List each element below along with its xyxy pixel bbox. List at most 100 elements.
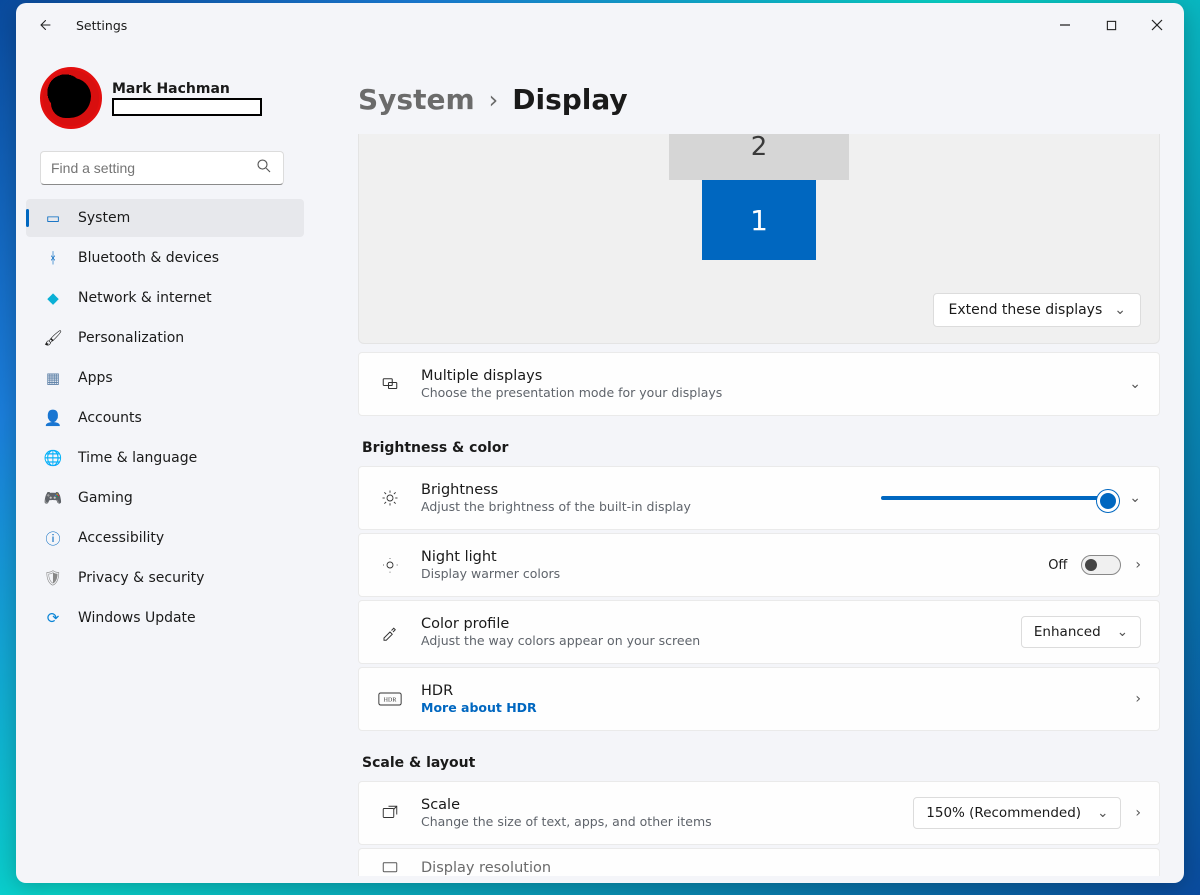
profile-name: Mark Hachman <box>112 81 262 97</box>
sidebar-item-accounts[interactable]: 👤 Accounts <box>26 399 304 437</box>
color-profile-dropdown[interactable]: Enhanced ⌄ <box>1021 616 1141 648</box>
sidebar-item-privacy[interactable]: 🛡 Privacy & security <box>26 559 304 597</box>
section-brightness-color: Brightness & color <box>362 440 1160 456</box>
globe-icon: 🌐 <box>44 449 62 467</box>
accessibility-icon: ⓘ <box>44 529 62 547</box>
bluetooth-icon: ᚼ <box>44 249 62 267</box>
back-button[interactable] <box>24 5 64 45</box>
settings-window: Settings Mark Hachman <box>16 3 1184 883</box>
minimize-button[interactable] <box>1042 9 1088 41</box>
multiple-displays-row[interactable]: Multiple displays Choose the presentatio… <box>358 352 1160 416</box>
sun-icon <box>377 489 403 507</box>
sidebar-item-apps[interactable]: ▦ Apps <box>26 359 304 397</box>
svg-text:HDR: HDR <box>384 698 397 704</box>
scale-icon <box>377 804 403 822</box>
app-title: Settings <box>76 18 127 33</box>
monitor-1[interactable]: 1 <box>702 180 816 260</box>
eyedropper-icon <box>377 623 403 641</box>
chevron-down-icon: ⌄ <box>1114 302 1126 318</box>
brightness-slider[interactable] <box>881 496 1111 500</box>
maximize-button[interactable] <box>1088 9 1134 41</box>
display-arrangement-area[interactable]: 2 1 Extend these displays ⌄ <box>358 134 1160 344</box>
card-subtitle: Choose the presentation mode for your di… <box>421 385 1129 400</box>
display-resolution-row[interactable]: Display resolution <box>358 848 1160 876</box>
titlebar: Settings <box>16 3 1184 47</box>
multiple-displays-icon <box>377 375 403 393</box>
display-mode-dropdown[interactable]: Extend these displays ⌄ <box>933 293 1141 327</box>
wifi-icon: ◆ <box>44 289 62 307</box>
card-title: Color profile <box>421 616 1021 632</box>
brightness-row[interactable]: Brightness Adjust the brightness of the … <box>358 466 1160 530</box>
card-title: Night light <box>421 549 1048 565</box>
card-subtitle: Display warmer colors <box>421 566 1048 581</box>
minimize-icon <box>1059 19 1071 31</box>
update-icon: ⟳ <box>44 609 62 627</box>
main-content: System › Display 2 1 Extend these displa… <box>314 47 1184 883</box>
sidebar: Mark Hachman ▭ System ᚼ Bluetooth & devi… <box>16 47 314 883</box>
chevron-down-icon: ⌄ <box>1129 490 1141 506</box>
avatar <box>40 67 102 129</box>
sidebar-item-label: Time & language <box>78 450 197 466</box>
hdr-more-link[interactable]: More about HDR <box>421 700 1135 715</box>
sidebar-item-label: Accessibility <box>78 530 164 546</box>
display-mode-label: Extend these displays <box>948 302 1102 318</box>
scale-value: 150% (Recommended) <box>926 805 1081 821</box>
sidebar-item-label: Windows Update <box>78 610 196 626</box>
night-light-state-label: Off <box>1048 558 1067 573</box>
sidebar-item-label: Network & internet <box>78 290 212 306</box>
hdr-row[interactable]: HDR HDR More about HDR › <box>358 667 1160 731</box>
section-scale-layout: Scale & layout <box>362 755 1160 771</box>
chevron-right-icon: › <box>1135 691 1141 707</box>
shield-icon: 🛡 <box>44 569 62 587</box>
sidebar-item-network[interactable]: ◆ Network & internet <box>26 279 304 317</box>
controller-icon: 🎮 <box>44 489 62 507</box>
maximize-icon <box>1106 20 1117 31</box>
profile-email-redacted <box>112 98 262 116</box>
sidebar-item-label: Privacy & security <box>78 570 204 586</box>
hdr-icon: HDR <box>377 692 403 706</box>
night-light-row[interactable]: Night light Display warmer colors Off › <box>358 533 1160 597</box>
color-profile-value: Enhanced <box>1034 624 1101 640</box>
card-title: Scale <box>421 797 913 813</box>
sidebar-item-personalization[interactable]: 🖌 Personalization <box>26 319 304 357</box>
person-icon: 👤 <box>44 409 62 427</box>
sidebar-item-label: Accounts <box>78 410 142 426</box>
search-box[interactable] <box>40 151 284 185</box>
card-title: Multiple displays <box>421 368 1129 384</box>
card-title: Brightness <box>421 482 881 498</box>
chevron-down-icon: ⌄ <box>1129 376 1141 392</box>
card-subtitle: Adjust the way colors appear on your scr… <box>421 633 1021 648</box>
sidebar-item-system[interactable]: ▭ System <box>26 199 304 237</box>
sidebar-item-bluetooth[interactable]: ᚼ Bluetooth & devices <box>26 239 304 277</box>
sidebar-item-time-language[interactable]: 🌐 Time & language <box>26 439 304 477</box>
card-title: Display resolution <box>421 860 1141 876</box>
search-input[interactable] <box>51 160 255 176</box>
resolution-icon <box>377 859 403 877</box>
sidebar-item-accessibility[interactable]: ⓘ Accessibility <box>26 519 304 557</box>
card-title: HDR <box>421 683 1135 699</box>
profile-block[interactable]: Mark Hachman <box>16 47 304 143</box>
search-icon <box>255 157 273 179</box>
window-controls <box>1042 9 1180 41</box>
night-light-toggle[interactable] <box>1081 555 1121 575</box>
nav-list: ▭ System ᚼ Bluetooth & devices ◆ Network… <box>16 199 304 637</box>
sidebar-item-gaming[interactable]: 🎮 Gaming <box>26 479 304 517</box>
brush-icon: 🖌 <box>44 329 62 347</box>
monitor-2[interactable]: 2 <box>669 134 849 180</box>
chevron-down-icon: ⌄ <box>1097 805 1108 821</box>
night-light-icon <box>377 556 403 574</box>
close-button[interactable] <box>1134 9 1180 41</box>
chevron-down-icon: ⌄ <box>1117 624 1128 640</box>
chevron-right-icon: › <box>1135 805 1141 821</box>
breadcrumb-parent[interactable]: System <box>358 83 475 116</box>
color-profile-row[interactable]: Color profile Adjust the way colors appe… <box>358 600 1160 664</box>
breadcrumb-current: Display <box>512 83 627 116</box>
scale-row[interactable]: Scale Change the size of text, apps, and… <box>358 781 1160 845</box>
monitor-icon: ▭ <box>44 209 62 227</box>
sidebar-item-label: Bluetooth & devices <box>78 250 219 266</box>
scale-dropdown[interactable]: 150% (Recommended) ⌄ <box>913 797 1121 829</box>
sidebar-item-label: Personalization <box>78 330 184 346</box>
sidebar-item-windows-update[interactable]: ⟳ Windows Update <box>26 599 304 637</box>
arrow-left-icon <box>35 16 53 34</box>
card-subtitle: Adjust the brightness of the built-in di… <box>421 499 881 514</box>
